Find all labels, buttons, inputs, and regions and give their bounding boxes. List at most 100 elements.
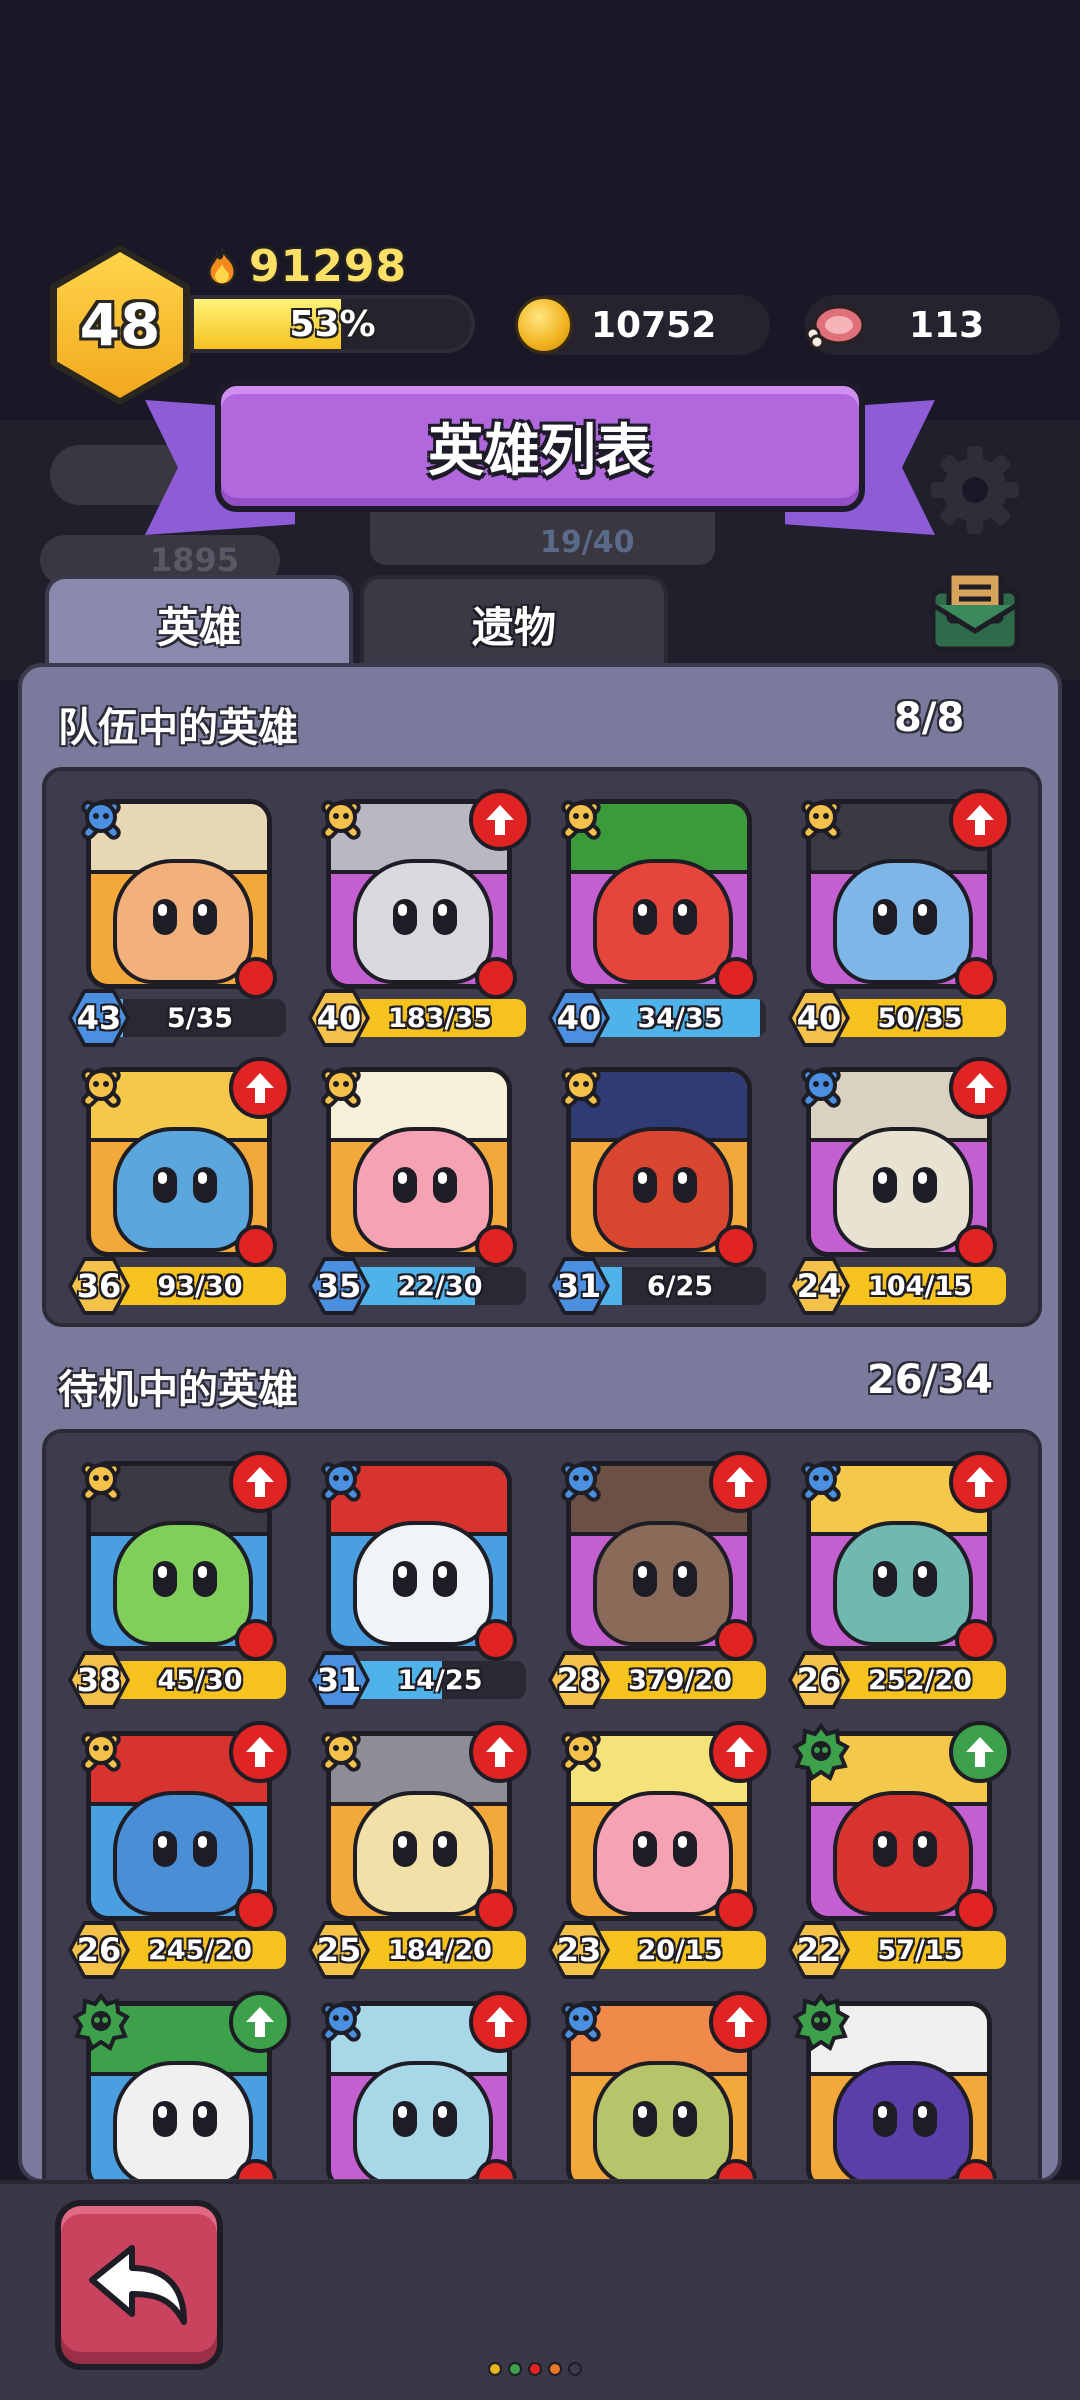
- bench-hero-card[interactable]: 252/20 26: [788, 1451, 1013, 1711]
- hero-shard-text: 50/35: [877, 1002, 963, 1034]
- hero-shard-text: 252/20: [868, 1664, 972, 1696]
- upgrade-arrow-icon[interactable]: [229, 1721, 291, 1783]
- hero-rank-icon: [70, 1721, 132, 1783]
- hero-shard-text: 245/20: [148, 1934, 252, 1966]
- bench-hero-card[interactable]: 184/20 25: [308, 1721, 533, 1981]
- bench-hero-card[interactable]: 14/25 31: [308, 1451, 533, 1711]
- hero-level-badge: 26: [788, 1651, 850, 1709]
- mail-icon[interactable]: [925, 565, 1025, 655]
- gear-icon[interactable]: [925, 440, 1025, 540]
- bench-hero-card[interactable]: [788, 1991, 1013, 2179]
- hero-level: 40: [796, 999, 842, 1037]
- player-level-badge[interactable]: 48: [50, 245, 190, 405]
- upgrade-arrow-icon[interactable]: [709, 1991, 771, 2053]
- power-score-value: 91298: [249, 240, 408, 292]
- team-hero-card[interactable]: 104/15 24: [788, 1057, 1013, 1317]
- hero-level: 31: [556, 1267, 602, 1305]
- back-button[interactable]: [55, 2200, 223, 2370]
- upgrade-arrow-icon[interactable]: [469, 1991, 531, 2053]
- hero-rank-icon: [70, 1991, 132, 2053]
- notification-dot: [955, 957, 997, 999]
- hero-level: 38: [76, 1661, 122, 1699]
- hero-rank-icon: [790, 1991, 852, 2053]
- meat-icon: [805, 305, 865, 350]
- background-counter-text: 1895: [150, 541, 240, 579]
- notification-dot: [715, 1225, 757, 1267]
- hero-level: 40: [556, 999, 602, 1037]
- upgrade-arrow-icon[interactable]: [229, 1991, 291, 2053]
- team-hero-card[interactable]: 34/35 40: [548, 789, 773, 1049]
- bench-hero-card[interactable]: [548, 1991, 773, 2179]
- background-progress-text: 19/40: [540, 525, 635, 560]
- hero-shard-text: 57/15: [877, 1934, 963, 1966]
- notification-dot: [955, 1889, 997, 1931]
- notification-dot: [955, 1225, 997, 1267]
- hero-level-badge: 23: [548, 1921, 610, 1979]
- meat-value: 113: [909, 304, 985, 346]
- bench-hero-card[interactable]: 45/30 38: [68, 1451, 293, 1711]
- back-arrow-icon: [89, 2245, 187, 2325]
- hero-shard-text: 379/20: [628, 1664, 732, 1696]
- upgrade-arrow-icon[interactable]: [949, 1721, 1011, 1783]
- notification-dot: [955, 1619, 997, 1661]
- notification-dot: [235, 957, 277, 999]
- bench-hero-card[interactable]: 57/15 22: [788, 1721, 1013, 1981]
- notification-dot: [475, 1619, 517, 1661]
- hero-shard-text: 184/20: [388, 1934, 492, 1966]
- tab-heroes[interactable]: 英雄: [45, 575, 353, 670]
- bench-hero-card[interactable]: 379/20 28: [548, 1451, 773, 1711]
- page-dot: [508, 2362, 522, 2376]
- hero-rank-icon: [550, 1057, 612, 1119]
- upgrade-arrow-icon[interactable]: [469, 1721, 531, 1783]
- upgrade-arrow-icon[interactable]: [229, 1451, 291, 1513]
- hero-rank-icon: [550, 1721, 612, 1783]
- upgrade-arrow-icon[interactable]: [229, 1057, 291, 1119]
- upgrade-arrow-icon[interactable]: [949, 1451, 1011, 1513]
- team-hero-card[interactable]: 5/35 43: [68, 789, 293, 1049]
- upgrade-arrow-icon[interactable]: [709, 1451, 771, 1513]
- hero-level-badge: 31: [548, 1257, 610, 1315]
- upgrade-arrow-icon[interactable]: [949, 1057, 1011, 1119]
- notification-dot: [235, 1619, 277, 1661]
- hero-shard-text: 93/30: [157, 1270, 243, 1302]
- bench-hero-card[interactable]: [308, 1991, 533, 2179]
- hero-rank-icon: [790, 1721, 852, 1783]
- gold-counter[interactable]: 10752: [515, 295, 770, 355]
- hero-level-badge: 38: [68, 1651, 130, 1709]
- page-title-banner: 英雄列表: [215, 380, 865, 512]
- team-hero-card[interactable]: 6/25 31: [548, 1057, 773, 1317]
- hero-rank-icon: [70, 789, 132, 851]
- gold-value: 10752: [591, 304, 717, 346]
- team-hero-card[interactable]: 50/35 40: [788, 789, 1013, 1049]
- hero-rank-icon: [550, 789, 612, 851]
- hero-rank-icon: [550, 1451, 612, 1513]
- notification-dot: [235, 1889, 277, 1931]
- hero-level: 23: [556, 1931, 602, 1969]
- upgrade-arrow-icon[interactable]: [469, 789, 531, 851]
- hero-level-badge: 35: [308, 1257, 370, 1315]
- hero-rank-icon: [70, 1451, 132, 1513]
- hero-level: 22: [796, 1931, 842, 1969]
- bench-hero-card[interactable]: 245/20 26: [68, 1721, 293, 1981]
- team-hero-card[interactable]: 183/35 40: [308, 789, 533, 1049]
- hero-rank-icon: [310, 789, 372, 851]
- meat-counter[interactable]: 113: [805, 295, 1060, 355]
- page-dot: [528, 2362, 542, 2376]
- hero-shard-text: 104/15: [868, 1270, 972, 1302]
- bench-hero-card[interactable]: [68, 1991, 293, 2179]
- notification-dot: [235, 1225, 277, 1267]
- page-dot: [548, 2362, 562, 2376]
- hero-list-panel[interactable]: 队伍中的英雄 8/8 5/35 43 183/35 40 34/35 40 50/35 40 9…: [18, 663, 1062, 2183]
- upgrade-arrow-icon[interactable]: [949, 789, 1011, 851]
- hero-level: 35: [316, 1267, 362, 1305]
- team-hero-card[interactable]: 93/30 36: [68, 1057, 293, 1317]
- team-hero-card[interactable]: 22/30 35: [308, 1057, 533, 1317]
- page-dot: [568, 2362, 582, 2376]
- tab-relics[interactable]: 遗物: [360, 575, 668, 670]
- upgrade-arrow-icon[interactable]: [709, 1721, 771, 1783]
- hero-shard-text: 22/30: [397, 1270, 483, 1302]
- player-level: 48: [79, 291, 161, 359]
- team-section-count: 8/8: [894, 695, 965, 741]
- bench-hero-card[interactable]: 20/15 23: [548, 1721, 773, 1981]
- notification-dot: [475, 1889, 517, 1931]
